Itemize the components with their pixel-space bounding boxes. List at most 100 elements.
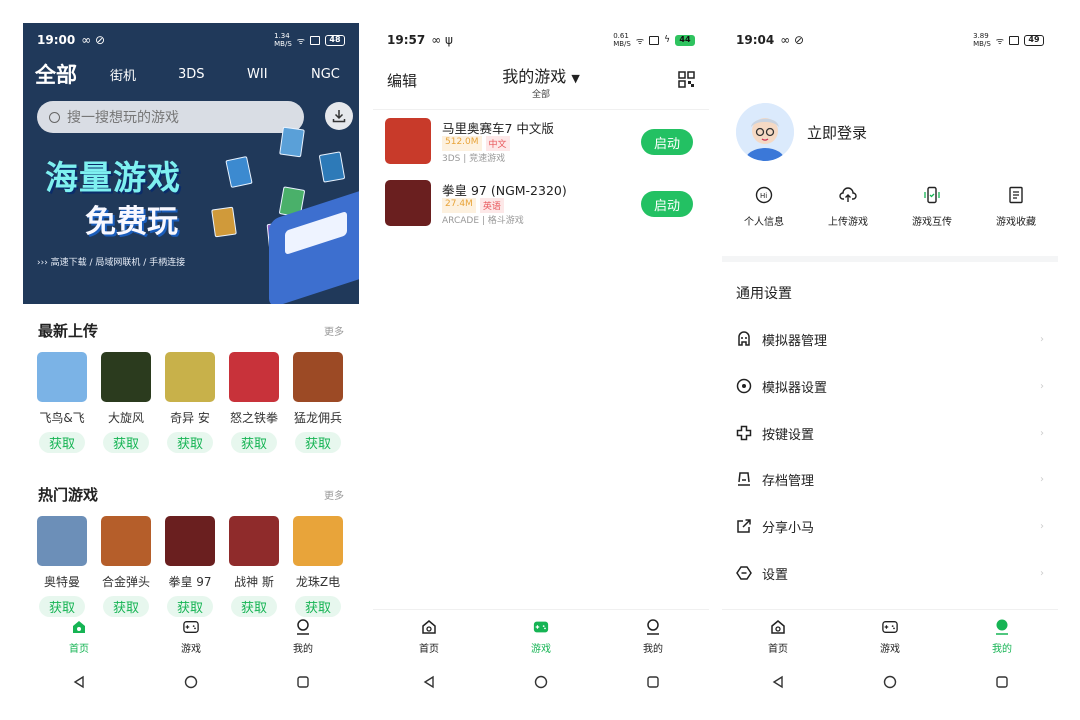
gamepad-icon: [533, 619, 549, 635]
get-button[interactable]: 获取: [39, 432, 85, 453]
quick-favorites[interactable]: 游戏收藏: [979, 186, 1053, 228]
get-button[interactable]: 获取: [103, 596, 149, 617]
get-button[interactable]: 获取: [103, 432, 149, 453]
wifi-icon: ᯤ: [635, 36, 645, 47]
game-card[interactable]: 猛龙佣兵 获取: [293, 352, 343, 453]
settings-general[interactable]: 设置 ›: [736, 559, 1044, 587]
screen-icon: [1009, 35, 1019, 45]
settings-emulator-settings[interactable]: 模拟器设置 ›: [736, 372, 1044, 400]
tab-wii[interactable]: WII: [247, 67, 268, 82]
tab-3ds[interactable]: 3DS: [178, 67, 205, 82]
get-button[interactable]: 获取: [231, 432, 277, 453]
recents-icon[interactable]: [995, 674, 1009, 693]
game-card[interactable]: 怒之铁拳 获取: [229, 352, 279, 453]
quick-profile-info[interactable]: Hi 个人信息: [727, 186, 801, 228]
profile-info-icon: Hi: [755, 186, 773, 204]
hot-more-link[interactable]: 更多: [324, 487, 344, 502]
tab-all[interactable]: 全部: [35, 59, 77, 89]
game-card[interactable]: 龙珠Z电 获取: [293, 516, 343, 617]
back-icon[interactable]: [72, 674, 86, 693]
nav-home[interactable]: 首页: [743, 619, 813, 659]
avatar[interactable]: [736, 103, 794, 161]
game-card[interactable]: 拳皇 97 获取: [165, 516, 215, 617]
user-icon: [645, 619, 661, 635]
game-thumbnail: [293, 516, 343, 566]
settings-share[interactable]: 分享小马 ›: [736, 512, 1044, 540]
nav-home[interactable]: 首页: [44, 619, 114, 659]
launch-button[interactable]: 启动: [641, 191, 693, 217]
get-button[interactable]: 获取: [167, 596, 213, 617]
settings-emulator-management[interactable]: 模拟器管理 ›: [736, 325, 1044, 353]
nav-divider: [373, 609, 709, 610]
settings-label: 分享小马: [762, 520, 815, 536]
tab-ngc[interactable]: NGC: [311, 67, 340, 82]
game-card[interactable]: 飞鸟&飞 获取: [37, 352, 87, 453]
get-button[interactable]: 获取: [295, 432, 341, 453]
get-button[interactable]: 获取: [39, 596, 85, 617]
latest-more-link[interactable]: 更多: [324, 323, 344, 338]
home-circle-icon[interactable]: [883, 674, 897, 693]
game-thumbnail: [37, 352, 87, 402]
dropdown-icon: ▼: [571, 72, 580, 85]
nav-games[interactable]: 游戏: [506, 619, 576, 659]
nav-mine[interactable]: 我的: [618, 619, 688, 659]
tab-arcade[interactable]: 街机: [110, 65, 136, 84]
grid-view-icon[interactable]: [678, 71, 695, 92]
status-time: 19:57: [387, 33, 426, 47]
hero-banner[interactable]: 19:00 ∞ ⊘ 1.34 MB/S ᯤ 48 全部 街机 3DS WII N…: [23, 23, 359, 304]
chevron-right-icon: ›: [1040, 473, 1044, 485]
chevron-right-icon: ›: [1040, 427, 1044, 439]
save-tray-icon: [738, 472, 750, 486]
settings-key-settings[interactable]: 按键设置 ›: [736, 419, 1044, 447]
nav-games[interactable]: 游戏: [855, 619, 925, 659]
home-screen: 19:00 ∞ ⊘ 1.34 MB/S ᯤ 48 全部 街机 3DS WII N…: [23, 23, 359, 703]
my-game-row[interactable]: 马里奥赛车7 中文版 512.0M 中文 3DS | 竞速游戏 启动: [385, 116, 697, 166]
latest-games-row: 飞鸟&飞 获取 大旋风 获取 奇异 安获取 怒之铁拳 获取 猛龙佣兵 获取: [37, 352, 343, 453]
back-icon[interactable]: [771, 674, 785, 693]
game-thumbnail: [165, 352, 215, 402]
my-games-title[interactable]: 我的游戏 ▼: [373, 63, 709, 87]
nav-games-label: 游戏: [880, 644, 900, 655]
get-button[interactable]: 获取: [167, 432, 213, 453]
banner-subtitle: 免费玩: [85, 204, 178, 240]
home-circle-icon[interactable]: [534, 674, 548, 693]
nav-mine[interactable]: 我的: [268, 619, 338, 659]
game-size: 512.0M: [442, 136, 482, 151]
status-icons: ∞ ⊘: [81, 33, 106, 47]
transfer-icon: [924, 186, 940, 204]
cloud-upload-icon: [839, 187, 857, 202]
status-time: 19:04: [736, 33, 775, 47]
bottom-nav: 首页 游戏 我的: [23, 619, 359, 659]
back-icon[interactable]: [422, 674, 436, 693]
nav-mine-label: 我的: [643, 644, 663, 655]
home-circle-icon[interactable]: [184, 674, 198, 693]
chevron-right-icon: ›: [1040, 333, 1044, 345]
net-speed: 0.61 MB/S: [613, 32, 631, 48]
recents-icon[interactable]: [646, 674, 660, 693]
quick-upload-game[interactable]: 上传游戏: [811, 186, 885, 228]
recents-icon[interactable]: [296, 674, 310, 693]
avatar-illustration: [736, 103, 794, 161]
get-button[interactable]: 获取: [295, 596, 341, 617]
my-game-row[interactable]: 拳皇 97 (NGM-2320) 27.4M 英语 ARCADE | 格斗游戏 …: [385, 178, 697, 228]
emulator-settings-icon: [736, 378, 752, 394]
get-button[interactable]: 获取: [231, 596, 277, 617]
settings-save-management[interactable]: 存档管理 ›: [736, 465, 1044, 493]
game-card[interactable]: 奇异 安获取: [165, 352, 215, 453]
header-divider: [373, 109, 709, 110]
login-link[interactable]: 立即登录: [807, 122, 867, 143]
game-card[interactable]: 战神 斯获取: [229, 516, 279, 617]
search-placeholder: 搜一搜想玩的游戏: [67, 110, 179, 126]
nav-mine[interactable]: 我的: [967, 619, 1037, 659]
quick-game-transfer[interactable]: 游戏互传: [895, 186, 969, 228]
search-input[interactable]: 搜一搜想玩的游戏: [37, 101, 304, 133]
banner-features: ››› 高速下载 / 局域网联机 / 手柄连接: [37, 258, 186, 268]
game-card[interactable]: 大旋风 获取: [101, 352, 151, 453]
game-card[interactable]: 奥特曼 获取: [37, 516, 87, 617]
chevron-right-icon: ›: [1040, 380, 1044, 392]
launch-button[interactable]: 启动: [641, 129, 693, 155]
nav-home[interactable]: 首页: [394, 619, 464, 659]
nav-games[interactable]: 游戏: [156, 619, 226, 659]
game-card[interactable]: 合金弹头 获取: [101, 516, 151, 617]
download-button[interactable]: [325, 102, 353, 130]
